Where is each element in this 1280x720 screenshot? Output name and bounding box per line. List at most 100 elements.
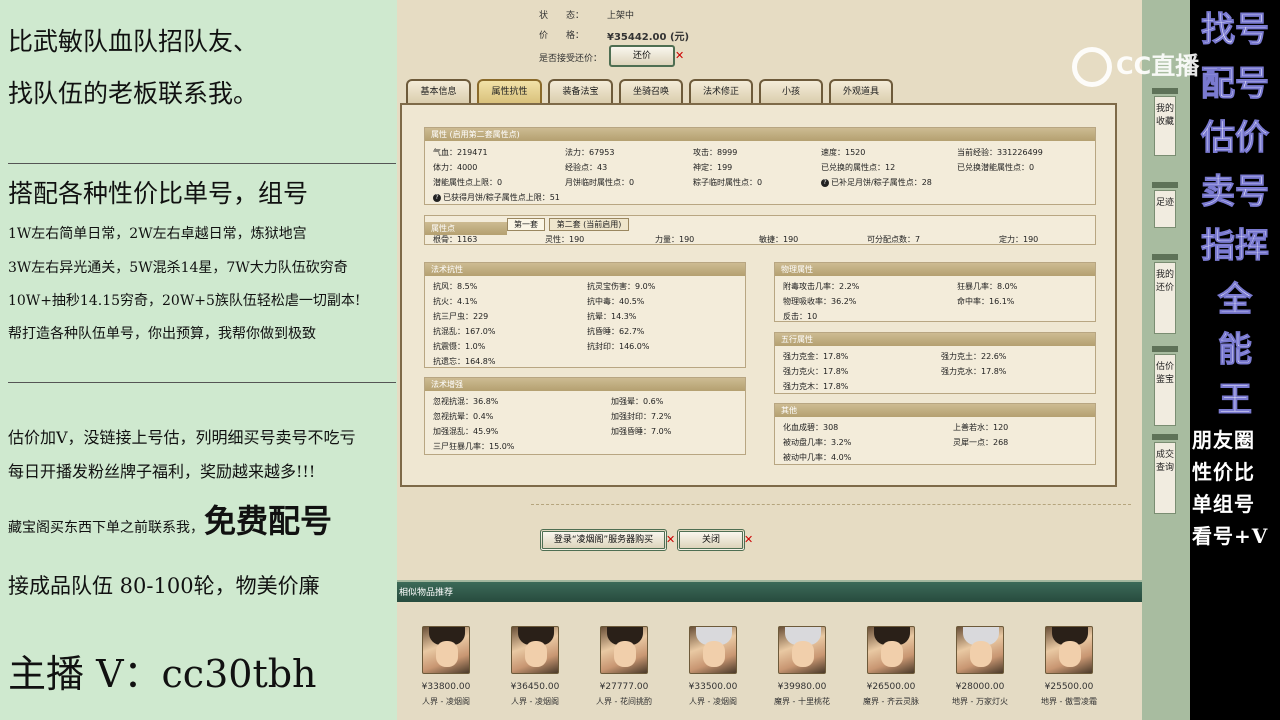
attribute-detail-panel: 属性 (启用第二套属性点) 气血：219471 法力：67953 攻击：8999… — [400, 103, 1117, 487]
tab-children[interactable]: 小孩 — [759, 79, 823, 104]
stream-watermark: CC直播 — [1072, 46, 1242, 94]
attr-cell: 攻击：8999 — [693, 148, 738, 157]
recommend-price: ¥39980.00 — [777, 682, 827, 692]
tab-points-set-2[interactable]: 第二套 (当前启用) — [549, 218, 629, 231]
promo-text: 朋友圈 — [1192, 428, 1255, 452]
points-section: 属性点 第一套 第二套 (当前启用) 根骨：1163 灵性：190 力量：190… — [424, 215, 1096, 245]
status-label: 状 态： — [539, 11, 585, 21]
tab-equipment[interactable]: 装备法宝 — [548, 79, 613, 104]
attr-cell: ? 已获得月饼/粽子属性点上限：51 — [433, 192, 560, 203]
info-line: 比武敏队血队招队友、 — [8, 27, 259, 56]
help-icon[interactable]: ? — [821, 178, 829, 187]
character-portrait[interactable] — [422, 626, 470, 674]
section-title: 五行属性 — [775, 333, 1095, 346]
info-line: 搭配各种性价比单号，组号 — [8, 179, 309, 208]
stat-cell: 强力克土：22.6% — [941, 352, 1007, 361]
login-buy-button[interactable]: 登录“凌烟阁”服务器购买 — [540, 529, 667, 551]
info-line: 藏宝阁买东西下单之前联系我，免费配号 — [8, 496, 332, 542]
free-match-text: 免费配号 — [204, 502, 333, 540]
divider — [1152, 434, 1178, 440]
close-icon[interactable]: ✕ — [666, 533, 675, 546]
stat-cell: 化血成碧：308 — [783, 423, 839, 432]
help-icon[interactable]: ? — [433, 193, 441, 202]
character-portrait[interactable] — [689, 626, 737, 674]
attr-cell: 已兑换的属性点：12 — [821, 163, 896, 172]
stat-cell: 抗混乱：167.0% — [433, 327, 496, 336]
tab-points-set-1[interactable]: 第一套 — [507, 218, 545, 231]
stat-cell: 忽视抗晕：0.4% — [433, 412, 494, 421]
info-line: 找队伍的老板联系我。 — [8, 79, 259, 108]
recommend-server: 地界 - 傲雪凌霜 — [1041, 697, 1097, 706]
attr-text: 已补足月饼/粽子属性点：28 — [831, 178, 932, 187]
recommend-server: 人界 - 凌烟阁 — [422, 697, 470, 706]
recommend-item[interactable]: ¥33800.00 人界 - 凌烟阁 — [411, 626, 481, 707]
attr-cell: 当前经验：331226499 — [957, 148, 1043, 157]
bargain-button[interactable]: 还价 — [609, 45, 675, 67]
stat-cell: 强力克水：17.8% — [941, 367, 1007, 376]
promo-text: 王 — [1218, 380, 1253, 421]
recommend-item[interactable]: ¥27777.00 人界 - 花间挑酌 — [589, 626, 659, 707]
tab-attributes[interactable]: 属性抗性 — [477, 79, 542, 104]
recommend-item[interactable]: ¥39980.00 魔界 - 十里桃花 — [767, 626, 837, 707]
stat-cell: 加强封印：7.2% — [611, 412, 672, 421]
promo-text: 能 — [1218, 330, 1253, 371]
character-portrait[interactable] — [956, 626, 1004, 674]
recommend-price: ¥27777.00 — [599, 682, 649, 692]
info-text: 藏宝阁买东西下单之前联系我， — [8, 520, 204, 536]
character-portrait[interactable] — [600, 626, 648, 674]
stat-cell: 命中率：16.1% — [957, 297, 1015, 306]
tab-appearance[interactable]: 外观道具 — [829, 79, 893, 104]
close-icon[interactable]: ✕ — [675, 49, 684, 62]
info-line: 10W+抽秒14.15穷奇，20W+5族队伍轻松虐一切副本! — [8, 293, 361, 309]
stat-cell: 抗风：8.5% — [433, 282, 478, 291]
side-toolbar: 我的收藏 足迹 我的还价 估价鉴宝 成交查询 — [1142, 0, 1190, 720]
point-cell: 敏捷：190 — [759, 235, 799, 244]
recommend-item[interactable]: ¥28000.00 地界 - 万家灯火 — [945, 626, 1015, 707]
other-section: 其他 化血成碧：308 上善若水：120 被动盘几率：3.2% 灵犀一点：268… — [774, 403, 1096, 465]
stat-cell: 强力克金：17.8% — [783, 352, 849, 361]
recommend-price: ¥26500.00 — [866, 682, 916, 692]
info-line: 1W左右简单日常，2W左右卓越日常，炼狱地宫 — [8, 226, 307, 242]
recommend-price: ¥25500.00 — [1044, 682, 1094, 692]
recommend-list: ¥33800.00 人界 - 凌烟阁 ¥36450.00 人界 - 凌烟阁 ¥2… — [397, 604, 1142, 720]
attr-cell: ? 已补足月饼/粽子属性点：28 — [821, 177, 932, 188]
side-tab-favorites[interactable]: 我的收藏 — [1154, 96, 1176, 156]
close-button[interactable]: 关闭 — [677, 529, 745, 551]
side-tab-deals[interactable]: 成交查询 — [1154, 442, 1176, 514]
recommend-item[interactable]: ¥36450.00 人界 - 凌烟阁 — [500, 626, 570, 707]
side-tab-history[interactable]: 足迹 — [1154, 190, 1176, 228]
divider — [531, 504, 1131, 505]
recommend-price: ¥33800.00 — [421, 682, 471, 692]
stat-cell: 忽视抗混：36.8% — [433, 397, 499, 406]
character-portrait[interactable] — [778, 626, 826, 674]
stat-cell: 狂暴几率：8.0% — [957, 282, 1018, 291]
recommend-item[interactable]: ¥25500.00 地界 - 傲雪凌霜 — [1034, 626, 1104, 707]
point-cell: 力量：190 — [655, 235, 695, 244]
recommend-item[interactable]: ¥26500.00 魔界 - 齐云灵脉 — [856, 626, 926, 707]
info-line: 估价加V，没链接上号估，列明细买号卖号不吃亏 — [8, 428, 356, 447]
character-portrait[interactable] — [867, 626, 915, 674]
recommend-server: 魔界 - 齐云灵脉 — [863, 697, 919, 706]
side-tab-my-bargains[interactable]: 我的还价 — [1154, 262, 1176, 334]
stat-cell: 加强混乱：45.9% — [433, 427, 499, 436]
character-portrait[interactable] — [1045, 626, 1093, 674]
info-line: 每日开播发粉丝牌子福利，奖励越来越多!!! — [8, 462, 316, 481]
recommend-price: ¥36450.00 — [510, 682, 560, 692]
promo-text: 指挥 — [1201, 226, 1270, 267]
close-icon[interactable]: ✕ — [744, 533, 753, 546]
attr-cell: 经验点：43 — [565, 163, 608, 172]
tab-mounts-summons[interactable]: 坐骑召唤 — [619, 79, 683, 104]
promo-text: 单组号 — [1192, 492, 1255, 516]
recommend-item[interactable]: ¥33500.00 人界 - 凌烟阁 — [678, 626, 748, 707]
divider — [1152, 254, 1178, 260]
stat-cell: 强力克火：17.8% — [783, 367, 849, 376]
tab-basic-info[interactable]: 基本信息 — [406, 79, 471, 104]
side-tab-appraisal[interactable]: 估价鉴宝 — [1154, 354, 1176, 426]
attr-cell: 已兑换潜能属性点：0 — [957, 163, 1035, 172]
stat-cell: 反击：10 — [783, 312, 818, 321]
section-title: 物理属性 — [775, 263, 1095, 276]
character-portrait[interactable] — [511, 626, 559, 674]
promo-text: 看号+V — [1192, 524, 1269, 548]
tab-spell-correction[interactable]: 法术修正 — [689, 79, 753, 104]
stat-cell: 抗灵宝伤害：9.0% — [587, 282, 656, 291]
